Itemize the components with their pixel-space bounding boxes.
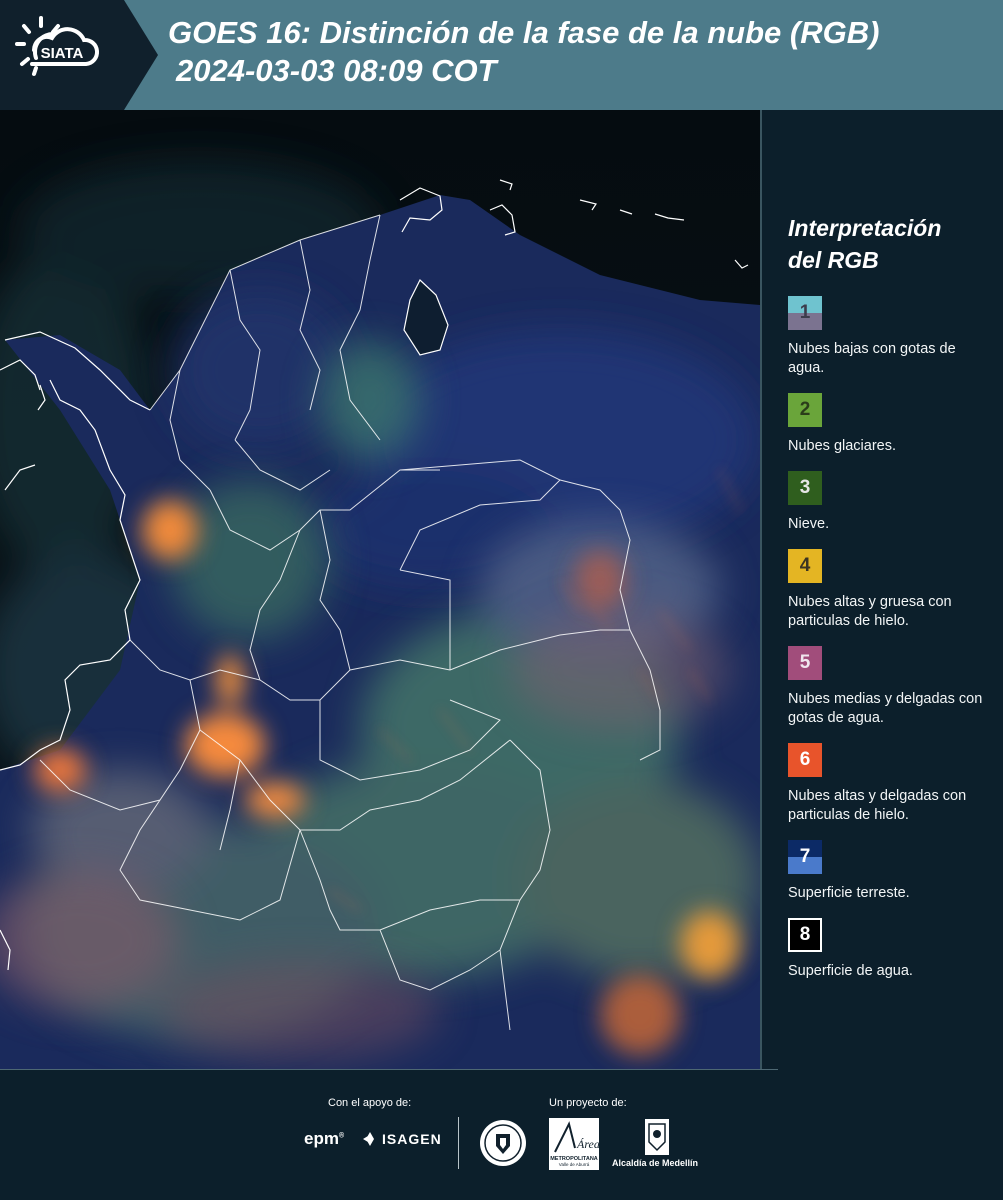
legend-items: 1 Nubes bajas con gotas de agua. 2 Nubes gl… bbox=[788, 296, 993, 981]
title-line-2: 2024-03-03 08:09 COT bbox=[176, 53, 497, 88]
legend-panel: Interpretación del RGB 1 Nubes bajas con … bbox=[788, 212, 993, 996]
legend-number: 7 bbox=[799, 846, 811, 867]
legend-item-8: 8 Superficie de agua. bbox=[788, 918, 993, 981]
legend-number: 4 bbox=[799, 555, 811, 576]
legend-label: Nubes glaciares. bbox=[788, 438, 896, 454]
legend-label: Nubes altas y gruesa con particulas de h… bbox=[788, 594, 952, 629]
legend-number: 3 bbox=[799, 477, 811, 498]
title-line-1: GOES 16: Distinción de la fase de la nub… bbox=[168, 15, 880, 50]
legend-item-4: 4 Nubes altas y gruesa con particulas de … bbox=[788, 549, 993, 631]
alcaldia-text: Alcaldía de Medellín bbox=[612, 1158, 699, 1168]
siata-sun-cloud-icon: SIATA bbox=[15, 16, 99, 76]
legend-swatch-1: 1 bbox=[788, 296, 822, 330]
footer-separator bbox=[458, 1117, 459, 1169]
project-label: Un proyecto de: bbox=[549, 1097, 627, 1109]
legend-label: Nubes altas y delgadas con particulas de… bbox=[788, 788, 967, 823]
footer-divider bbox=[0, 1069, 778, 1070]
legend-number: 1 bbox=[799, 302, 811, 323]
legend-swatch-2: 2 bbox=[788, 393, 822, 427]
legend-item-6: 6 Nubes altas y delgadas con particulas d… bbox=[788, 743, 993, 825]
legend-item-1: 1 Nubes bajas con gotas de agua. bbox=[788, 296, 993, 378]
legend-number: 8 bbox=[799, 924, 811, 945]
legend-number: 6 bbox=[799, 749, 811, 770]
legend-swatch-6: 6 bbox=[788, 743, 822, 777]
legend-label: Superficie terreste. bbox=[788, 885, 910, 901]
area-logo-text: Área bbox=[576, 1137, 599, 1151]
isagen-mark-icon bbox=[363, 1132, 374, 1146]
university-seal-icon bbox=[480, 1120, 526, 1166]
legend-label: Nubes bajas con gotas de agua. bbox=[788, 341, 956, 376]
epm-logo: epm® bbox=[304, 1129, 345, 1148]
legend-swatch-5: 5 bbox=[788, 646, 822, 680]
legend-swatch-4: 4 bbox=[788, 549, 822, 583]
area-metropolitana-logo: Área METROPOLITANA Valle de Aburrá bbox=[549, 1118, 599, 1170]
legend-swatch-3: 3 bbox=[788, 471, 822, 505]
legend-label: Nubes medias y delgadas con gotas de agu… bbox=[788, 691, 983, 726]
siata-logo: SIATA bbox=[0, 0, 158, 110]
page-title: GOES 16: Distinción de la fase de la nub… bbox=[168, 14, 879, 90]
legend-item-5: 5 Nubes medias y delgadas con gotas de ag… bbox=[788, 646, 993, 728]
isagen-logo: ISAGEN bbox=[362, 1131, 442, 1147]
legend-title-line-2: del RGB bbox=[788, 247, 879, 273]
legend-item-2: 2 Nubes glaciares. bbox=[788, 393, 993, 456]
area-logo-subtext-2: Valle de Aburrá bbox=[559, 1162, 590, 1167]
legend-item-3: 3 Nieve. bbox=[788, 471, 993, 534]
legend-item-7: 7 Superficie terreste. bbox=[788, 840, 993, 903]
legend-label: Superficie de agua. bbox=[788, 963, 913, 979]
isagen-logo-text: ISAGEN bbox=[382, 1131, 442, 1147]
legend-number: 2 bbox=[799, 399, 811, 420]
legend-title: Interpretación del RGB bbox=[788, 212, 993, 276]
legend-swatch-7: 7 bbox=[788, 840, 822, 874]
legend-title-line-1: Interpretación bbox=[788, 215, 942, 241]
legend-label: Nieve. bbox=[788, 516, 830, 532]
epm-logo-text: epm bbox=[304, 1129, 339, 1148]
legend-swatch-8: 8 bbox=[788, 918, 822, 952]
legend-number: 5 bbox=[799, 652, 811, 673]
map-divider bbox=[760, 110, 762, 1070]
header-bar: SIATA GOES 16: Distinción de la fase de … bbox=[0, 0, 1003, 110]
alcaldia-coat-of-arms-icon bbox=[645, 1119, 669, 1155]
satellite-map[interactable] bbox=[0, 110, 760, 1070]
siata-logo-text: SIATA bbox=[41, 45, 84, 62]
support-label: Con el apoyo de: bbox=[328, 1097, 412, 1109]
